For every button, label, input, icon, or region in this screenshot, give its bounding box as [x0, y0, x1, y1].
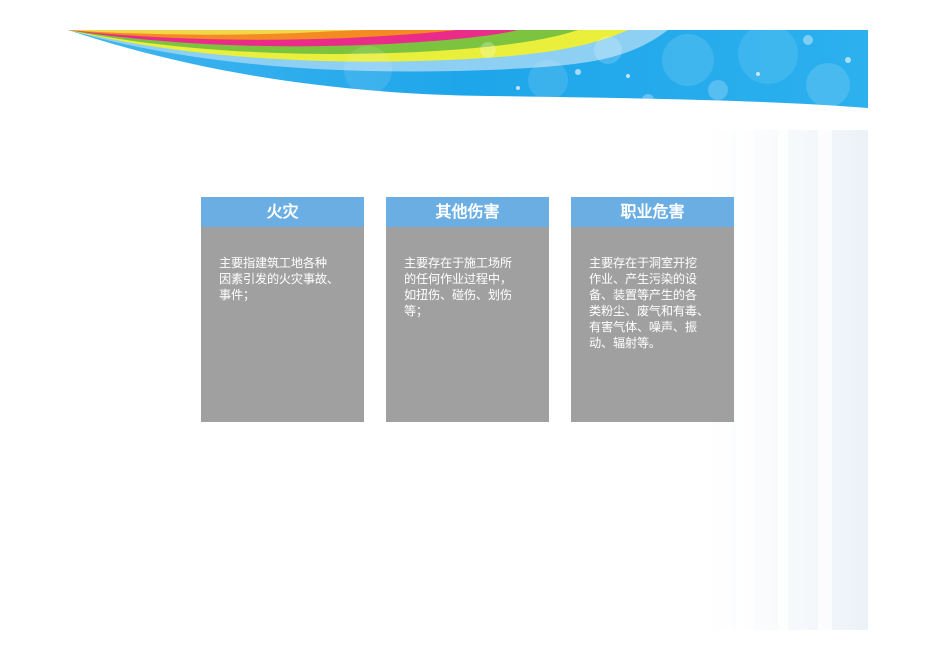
card-description: 主要存在于洞室开挖 作业、产生污染的设 备、装置等产生的各 类粉尘、废气和有毒、…: [589, 256, 709, 350]
card-title: 职业危害: [571, 197, 734, 227]
card-title: 火灾: [201, 197, 364, 227]
slide: 火灾 主要指建筑工地各种 因素引发的火灾事故、 事件； 其他伤害 主要存在于施工…: [68, 30, 868, 630]
page: 火灾 主要指建筑工地各种 因素引发的火灾事故、 事件； 其他伤害 主要存在于施工…: [0, 0, 935, 661]
card-description: 主要指建筑工地各种 因素引发的火灾事故、 事件；: [219, 256, 339, 302]
rainbow-banner-decoration: [68, 30, 868, 108]
card-fire: 火灾 主要指建筑工地各种 因素引发的火灾事故、 事件；: [201, 197, 364, 422]
card-occupational-hazards: 职业危害 主要存在于洞室开挖 作业、产生污染的设 备、装置等产生的各 类粉尘、废…: [571, 197, 734, 422]
card-description: 主要存在于施工场所 的任何作业过程中， 如扭伤、碰伤、划伤 等；: [404, 256, 512, 318]
card-other-injuries: 其他伤害 主要存在于施工场所 的任何作业过程中， 如扭伤、碰伤、划伤 等；: [386, 197, 549, 422]
card-title: 其他伤害: [386, 197, 549, 227]
